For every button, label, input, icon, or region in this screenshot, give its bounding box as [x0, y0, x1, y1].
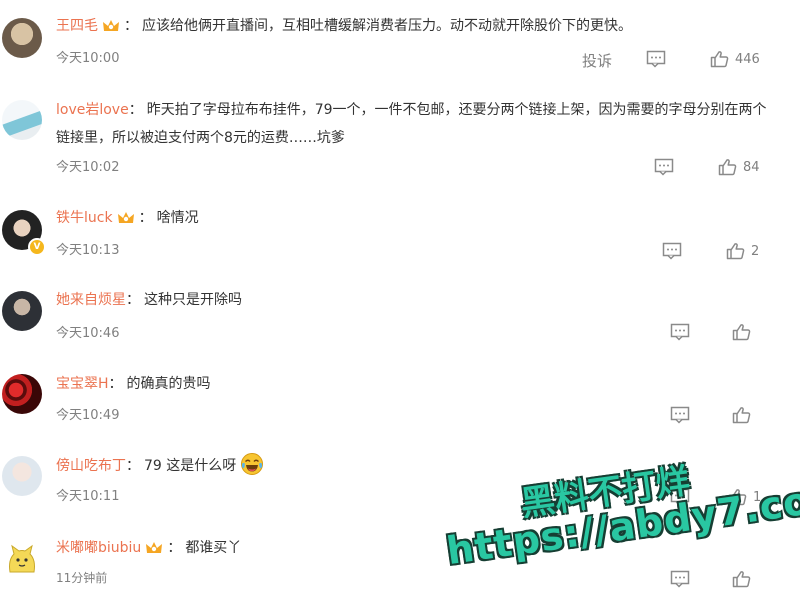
like-button[interactable] — [732, 570, 751, 588]
like-button[interactable]: 446 — [710, 50, 760, 68]
comment-time: 今天10:49 — [56, 408, 120, 423]
thumbs-up-icon — [732, 407, 751, 424]
comment-time: 今天10:02 — [56, 160, 120, 175]
colon: ： — [128, 102, 143, 118]
like-button[interactable]: 2 — [726, 242, 759, 260]
reply-icon — [646, 50, 666, 68]
reply-button[interactable] — [670, 570, 690, 588]
comment-text: 应该给他俩开直播间，互相吐槽缓解消费者压力。动不动就开除股价下的更快。 — [142, 18, 632, 34]
reply-icon — [670, 406, 690, 424]
username-link[interactable]: 米嘟嘟biubiu — [56, 540, 141, 556]
comment-body: 宝宝翠H： 的确真的贵吗 — [56, 370, 776, 398]
reply-button[interactable] — [662, 242, 682, 260]
like-count: 2 — [751, 243, 760, 259]
colon: ： — [126, 458, 140, 474]
like-count: 446 — [735, 51, 760, 67]
colon: ： — [108, 376, 123, 392]
vip-crown-icon — [145, 538, 163, 566]
username-link[interactable]: 宝宝翠H — [56, 376, 109, 392]
reply-icon — [654, 158, 674, 176]
avatar[interactable] — [2, 538, 42, 578]
comment-actions — [670, 570, 780, 592]
comment-time: 今天10:11 — [56, 489, 120, 504]
comment-body: 她来自烦星： 这种只是开除吗 — [56, 286, 776, 314]
reply-button[interactable] — [670, 323, 690, 341]
username-link[interactable]: 她来自烦星 — [56, 292, 126, 308]
reply-button[interactable] — [670, 406, 690, 424]
reply-icon — [670, 323, 690, 341]
comment-text: 都谁买丫 — [185, 540, 242, 556]
like-count: 84 — [743, 159, 760, 175]
colon: ： — [126, 292, 140, 308]
like-button[interactable] — [732, 323, 751, 341]
comment-actions: 2 — [662, 242, 782, 264]
avatar[interactable] — [2, 456, 42, 496]
comment-text: 昨天拍了字母拉布布挂件，79一个，一件不包邮，还要分两个链接上架，因为需要的字母… — [56, 102, 767, 146]
comment-text: 79 这是什么呀 — [144, 458, 237, 474]
comment-actions — [670, 406, 780, 428]
thumbs-up-icon — [710, 51, 729, 68]
avatar[interactable] — [2, 374, 42, 414]
comment-text: 的确真的贵吗 — [126, 376, 211, 392]
username-link[interactable]: 王四毛 — [56, 18, 98, 34]
colon: ： — [138, 210, 153, 226]
username-link[interactable]: 铁牛luck — [56, 210, 113, 226]
thumbs-up-icon — [732, 324, 751, 341]
like-button[interactable] — [732, 406, 751, 424]
like-button[interactable]: 84 — [718, 158, 760, 176]
laughing-tears-emoji-icon — [240, 452, 264, 486]
comment-time: 11分钟前 — [56, 571, 108, 585]
comment-time: 今天10:00 — [56, 51, 120, 66]
comment-body: love岩love： 昨天拍了字母拉布布挂件，79一个，一件不包邮，还要分两个链接… — [56, 96, 772, 152]
comment-body: 铁牛luck ：啥情况 — [56, 204, 776, 236]
thumbs-up-icon — [718, 159, 737, 176]
comment-actions — [670, 323, 780, 345]
comment-time: 今天10:46 — [56, 326, 120, 341]
reply-icon — [670, 570, 690, 588]
comment-actions: 84 — [654, 158, 774, 180]
comment-text: 啥情况 — [156, 210, 199, 226]
thumbs-up-icon — [732, 571, 751, 588]
cartoon-cat-avatar-icon — [9, 544, 35, 573]
comment-time: 今天10:13 — [56, 243, 120, 258]
report-button[interactable]: 投诉 — [582, 50, 612, 71]
comment-text: 这种只是开除吗 — [144, 292, 242, 308]
avatar[interactable] — [2, 18, 42, 58]
colon: ： — [167, 540, 182, 556]
verified-badge-icon: V — [28, 238, 46, 256]
reply-icon — [662, 242, 682, 260]
comment-body: 王四毛 ：应该给他俩开直播间，互相吐槽缓解消费者压力。动不动就开除股价下的更快。 — [56, 12, 776, 44]
reply-button[interactable] — [654, 158, 674, 176]
colon: ： — [124, 18, 138, 34]
reply-button[interactable] — [646, 50, 666, 68]
avatar[interactable] — [2, 100, 42, 140]
avatar[interactable] — [2, 291, 42, 331]
username-link[interactable]: 傍山吃布丁 — [56, 458, 126, 474]
thumbs-up-icon — [726, 243, 745, 260]
vip-crown-icon — [102, 16, 120, 44]
comment-actions: 投诉 446 — [580, 50, 780, 72]
vip-crown-icon — [117, 208, 135, 236]
username-link[interactable]: love岩love — [56, 102, 129, 118]
